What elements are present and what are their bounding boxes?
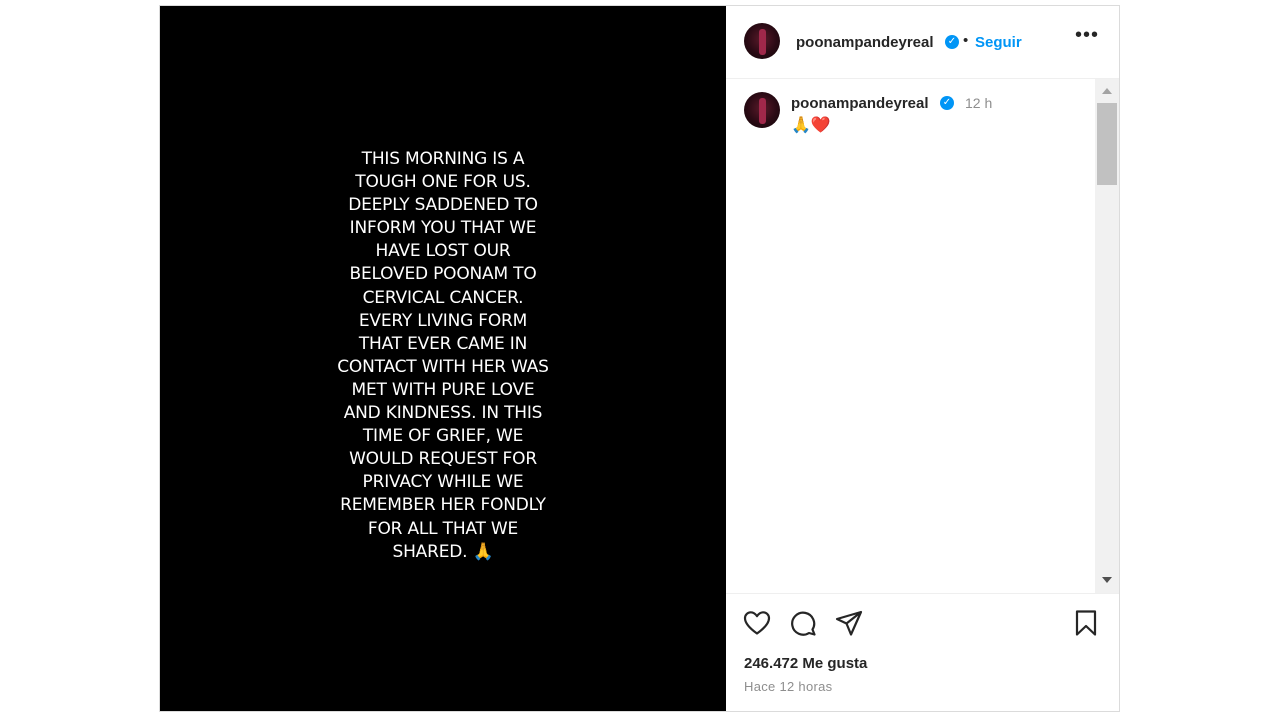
heart-icon[interactable] — [742, 608, 772, 638]
scrollbar-thumb[interactable] — [1097, 103, 1117, 185]
post-timestamp[interactable]: Hace 12 horas — [744, 679, 832, 694]
likes-count[interactable]: 246.472 Me gusta — [744, 655, 867, 672]
comment-username[interactable]: poonampandeyreal — [791, 95, 929, 112]
follow-button[interactable]: Seguir — [975, 34, 1022, 51]
more-options-icon[interactable]: ••• — [1072, 25, 1102, 52]
comment-bubble-icon[interactable] — [788, 608, 818, 638]
comment-author-avatar[interactable] — [744, 92, 780, 128]
scroll-down-arrow-icon[interactable] — [1102, 577, 1112, 583]
author-username[interactable]: poonampandeyreal — [796, 34, 934, 51]
scroll-up-arrow-icon[interactable] — [1102, 88, 1112, 94]
story-announcement-text: THIS MORNING IS A TOUGH ONE FOR US. DEEP… — [337, 149, 549, 562]
comment-timestamp[interactable]: 12 h — [965, 95, 992, 111]
post-modal: THIS MORNING IS A TOUGH ONE FOR US. DEEP… — [159, 5, 1120, 712]
separator-dot: • — [963, 32, 969, 49]
paper-plane-icon[interactable] — [834, 608, 864, 638]
comments-section: poonampandeyreal ✓ 12 h 🙏❤️ — [726, 79, 1119, 593]
post-actions: 246.472 Me gusta Hace 12 horas — [726, 593, 1119, 712]
verified-badge-icon: ✓ — [940, 96, 954, 110]
comment-text: 🙏❤️ — [791, 115, 831, 134]
bookmark-icon[interactable] — [1071, 608, 1101, 638]
post-side-panel: poonampandeyreal ✓ • Seguir ••• poonampa… — [726, 6, 1119, 711]
comments-scrollbar[interactable] — [1095, 79, 1119, 593]
verified-badge-icon: ✓ — [945, 35, 959, 49]
author-avatar[interactable] — [744, 23, 780, 59]
post-media[interactable]: THIS MORNING IS A TOUGH ONE FOR US. DEEP… — [160, 6, 726, 711]
post-header: poonampandeyreal ✓ • Seguir ••• — [726, 6, 1119, 79]
